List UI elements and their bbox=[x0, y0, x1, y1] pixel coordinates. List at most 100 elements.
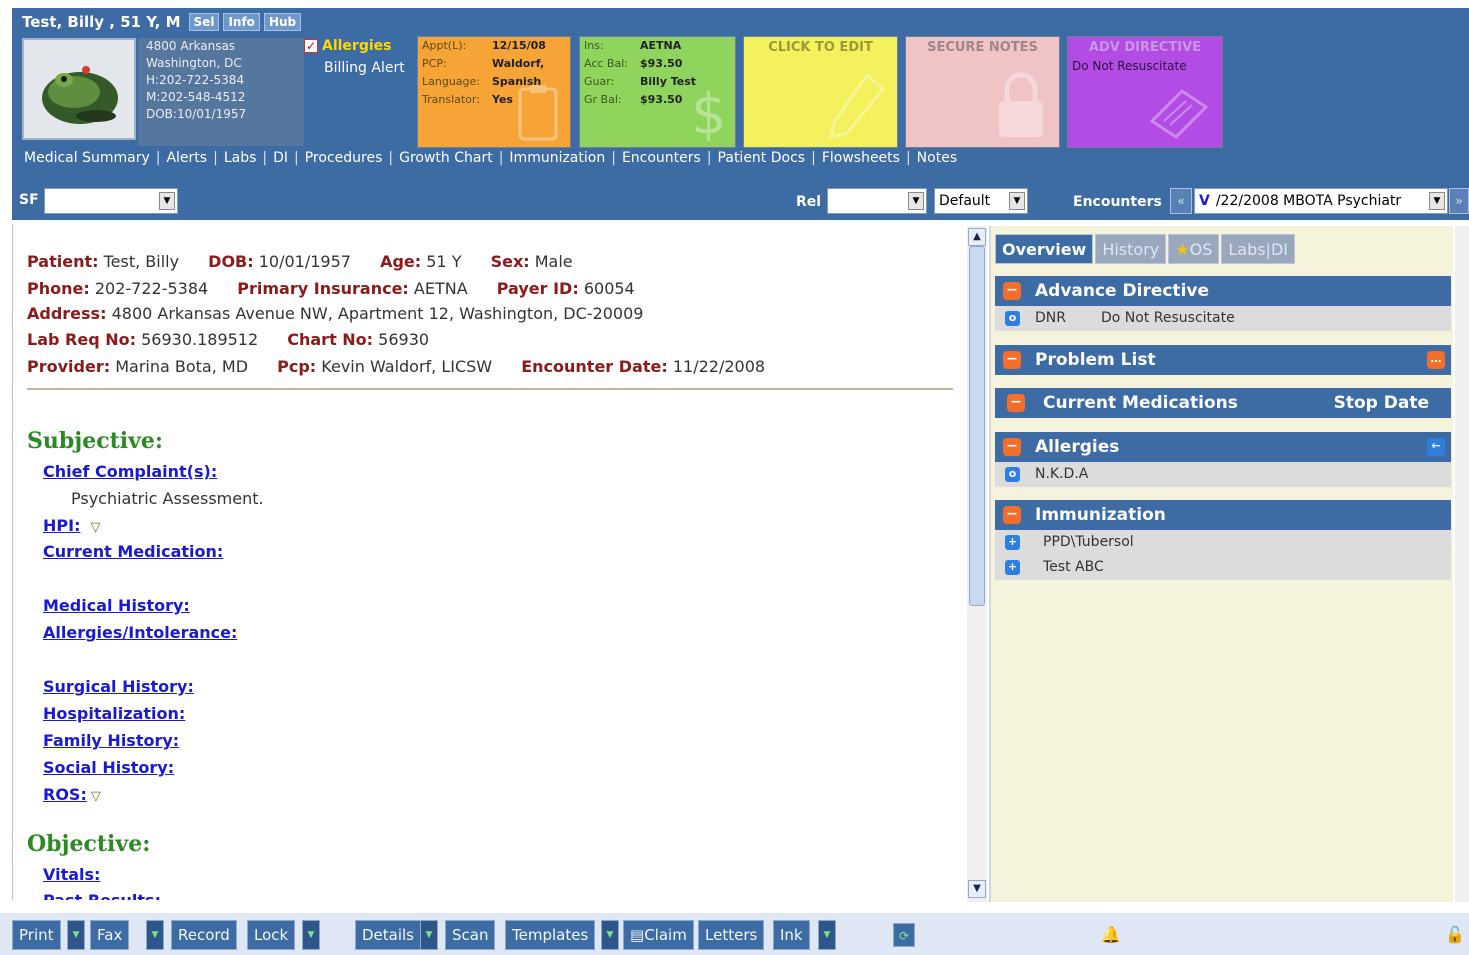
hpi-row: HPI: ▽ bbox=[43, 516, 100, 535]
hpi-link[interactable]: HPI: bbox=[43, 516, 80, 535]
nav-procedures[interactable]: Procedures bbox=[305, 150, 383, 166]
collapse-icon[interactable]: − bbox=[1003, 506, 1021, 524]
bell-icon[interactable]: 🔔 bbox=[1100, 923, 1122, 947]
nav-notes[interactable]: Notes bbox=[917, 150, 957, 166]
ink-button[interactable]: Ink bbox=[773, 920, 810, 950]
nav-immunization[interactable]: Immunization bbox=[509, 150, 605, 166]
chief-complaint-link[interactable]: Chief Complaint(s): bbox=[43, 462, 217, 481]
expand-triangle-icon[interactable]: ▽ bbox=[90, 520, 100, 535]
next-encounter-icon[interactable]: » bbox=[1449, 188, 1469, 214]
lock-dropdown-icon[interactable]: ▼ bbox=[302, 920, 320, 950]
nav-growth-chart[interactable]: Growth Chart bbox=[399, 150, 493, 166]
scroll-up-icon[interactable]: ▲ bbox=[968, 228, 986, 246]
overview-scrollbar[interactable] bbox=[1455, 226, 1469, 902]
default-select[interactable]: Default ▼ bbox=[934, 188, 1028, 214]
nav-separator: | bbox=[262, 150, 268, 166]
current-medications-header[interactable]: − Current Medications Stop Date bbox=[995, 388, 1451, 418]
immunization-item[interactable]: + PPD\Tubersol bbox=[995, 530, 1451, 555]
claim-button[interactable]: ▤Claim bbox=[623, 920, 694, 950]
nav-encounters[interactable]: Encounters bbox=[622, 150, 701, 166]
advance-directive-header[interactable]: − Advance Directive bbox=[995, 276, 1451, 306]
collapse-icon[interactable]: − bbox=[1003, 282, 1021, 300]
scan-button[interactable]: Scan bbox=[445, 920, 496, 950]
tab-os[interactable]: ★OS bbox=[1168, 234, 1220, 264]
sf-select[interactable]: ▼ bbox=[44, 188, 178, 214]
secure-notes-card[interactable]: SECURE NOTES bbox=[905, 36, 1060, 148]
family-history-link[interactable]: Family History: bbox=[43, 731, 179, 750]
more-options-icon[interactable]: … bbox=[1427, 351, 1445, 369]
past-results-link[interactable]: Past Results: bbox=[43, 891, 161, 900]
nav-separator: | bbox=[155, 150, 161, 166]
plus-icon[interactable]: + bbox=[1005, 560, 1020, 575]
unlock-icon[interactable]: 🔓 bbox=[1444, 923, 1466, 947]
appointment-card[interactable]: Appt(L): 12/15/08 PCP: Waldorf, Language: S… bbox=[417, 36, 571, 148]
allergies-intolerance-link[interactable]: Allergies/Intolerance: bbox=[43, 623, 237, 642]
current-medication-link[interactable]: Current Medication: bbox=[43, 542, 223, 561]
insurance-card[interactable]: Ins: AETNA Acc Bal: $93.50 Guar: Billy Test… bbox=[579, 36, 736, 148]
print-button[interactable]: Print bbox=[12, 920, 61, 950]
rel-select[interactable]: ▼ bbox=[827, 188, 927, 214]
allergy-item[interactable]: o N.K.D.A bbox=[995, 462, 1451, 487]
item-text: Do Not Resuscitate bbox=[1101, 310, 1235, 326]
chevron-down-icon[interactable]: ▼ bbox=[159, 192, 175, 210]
advance-directive-item[interactable]: o DNR Do Not Resuscitate bbox=[995, 306, 1451, 331]
chevron-down-icon[interactable]: ▼ bbox=[1009, 192, 1025, 210]
chevron-down-icon[interactable]: ▼ bbox=[1429, 192, 1445, 210]
refresh-icon[interactable]: ⟳ bbox=[893, 923, 915, 947]
immunization-header[interactable]: − Immunization bbox=[995, 500, 1451, 530]
plus-icon[interactable]: + bbox=[1005, 535, 1020, 550]
encounter-select[interactable]: V/22/2008 MBOTA Psychiatr ▼ bbox=[1194, 188, 1448, 214]
social-history-link[interactable]: Social History: bbox=[43, 758, 174, 777]
templates-button[interactable]: Templates bbox=[505, 920, 596, 950]
details-button[interactable]: Details bbox=[355, 920, 422, 950]
immunization-item[interactable]: + Test ABC bbox=[995, 555, 1451, 580]
vitals-link[interactable]: Vitals: bbox=[43, 865, 100, 884]
tab-labs-di[interactable]: Labs|DI bbox=[1221, 234, 1295, 264]
fax-dropdown-icon[interactable]: ▼ bbox=[146, 920, 164, 950]
patient-address: 4800 Arkansas Avenue NW, Apartment 12, W… bbox=[111, 304, 644, 323]
collapse-icon[interactable]: − bbox=[1007, 394, 1025, 412]
sel-button[interactable]: Sel bbox=[188, 13, 220, 31]
scroll-down-icon[interactable]: ▼ bbox=[968, 880, 986, 898]
nav-flowsheets[interactable]: Flowsheets bbox=[822, 150, 900, 166]
tab-overview[interactable]: Overview bbox=[995, 234, 1094, 264]
fax-button[interactable]: Fax bbox=[90, 920, 130, 950]
record-button[interactable]: Record bbox=[171, 920, 237, 950]
card-key: Gr Bal: bbox=[584, 93, 622, 106]
lock-button[interactable]: Lock bbox=[247, 920, 296, 950]
letters-button[interactable]: Letters bbox=[698, 920, 765, 950]
collapse-icon[interactable]: − bbox=[1003, 351, 1021, 369]
nav-medical-summary[interactable]: Medical Summary bbox=[24, 150, 150, 166]
nav-labs[interactable]: Labs bbox=[224, 150, 257, 166]
ink-dropdown-icon[interactable]: ▼ bbox=[818, 920, 836, 950]
templates-dropdown-icon[interactable]: ▼ bbox=[601, 920, 619, 950]
problem-list-header[interactable]: − Problem List … bbox=[995, 345, 1451, 375]
advance-directive-card[interactable]: ADV DIRECTIVE Do Not Resuscitate bbox=[1067, 36, 1223, 148]
collapse-icon[interactable]: − bbox=[1003, 438, 1021, 456]
details-dropdown-icon[interactable]: ▼ bbox=[420, 920, 438, 950]
medical-history-link[interactable]: Medical History: bbox=[43, 596, 190, 615]
billing-alert[interactable]: Billing Alert bbox=[304, 60, 414, 76]
info-button[interactable]: Info bbox=[223, 13, 260, 31]
previous-encounter-icon[interactable]: « bbox=[1170, 188, 1192, 214]
hospitalization-link[interactable]: Hospitalization: bbox=[43, 704, 185, 723]
pencil-icon bbox=[828, 72, 886, 140]
allergies-alert[interactable]: ✓ Allergies bbox=[304, 38, 414, 54]
nav-alerts[interactable]: Alerts bbox=[166, 150, 207, 166]
nav-patient-docs[interactable]: Patient Docs bbox=[718, 150, 806, 166]
scroll-thumb[interactable] bbox=[969, 246, 985, 606]
chevron-down-icon[interactable]: ▼ bbox=[908, 192, 924, 210]
sf-label: SF bbox=[19, 192, 39, 208]
allergies-header[interactable]: − Allergies ← bbox=[995, 432, 1451, 462]
patient-photo[interactable] bbox=[22, 38, 136, 140]
surgical-history-link[interactable]: Surgical History: bbox=[43, 677, 194, 696]
click-to-edit-card[interactable]: CLICK TO EDIT bbox=[743, 36, 898, 148]
arrow-left-icon[interactable]: ← bbox=[1427, 438, 1445, 456]
hub-button[interactable]: Hub bbox=[263, 13, 302, 31]
expand-triangle-icon[interactable]: ▽ bbox=[91, 789, 101, 804]
tab-history[interactable]: History bbox=[1095, 234, 1167, 264]
print-dropdown-icon[interactable]: ▼ bbox=[67, 920, 85, 950]
nav-di[interactable]: DI bbox=[273, 150, 288, 166]
note-scrollbar[interactable]: ▲ ▼ bbox=[967, 226, 987, 902]
ros-link[interactable]: ROS: bbox=[43, 785, 87, 804]
